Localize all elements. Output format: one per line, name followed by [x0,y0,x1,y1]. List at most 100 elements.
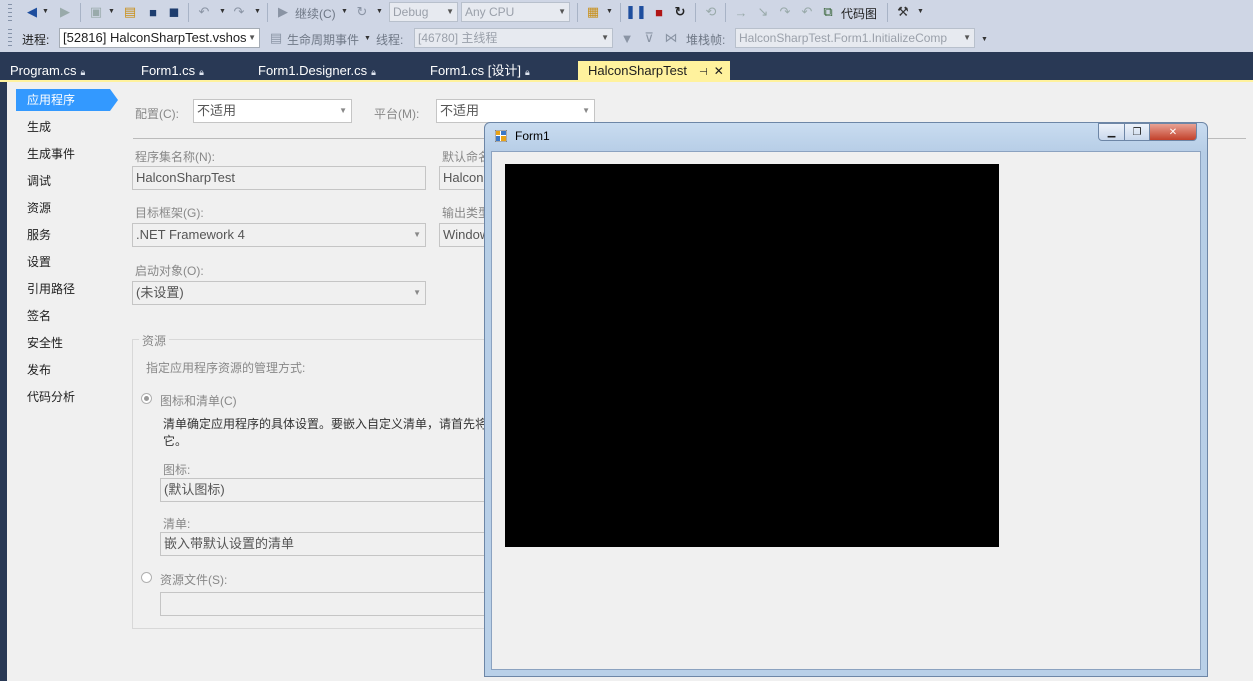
tab-halconsharptest[interactable]: HalconSharpTest ⊣ ✕ [578,61,730,80]
resource-file-label[interactable]: 资源文件(S): [160,571,227,588]
filter-icon[interactable]: ▼ [619,30,635,46]
step-out-icon[interactable]: ↶ [799,4,815,20]
continue-dropdown-icon[interactable]: ▼ [341,8,348,15]
step-over-next-icon[interactable]: → [733,4,749,20]
process-combo[interactable]: [52816] HalconSharpTest.vshos ▼ [59,28,260,48]
pin-icon[interactable]: ⊣ [699,67,708,78]
thread-combo[interactable]: [46780] 主线程 ▼ [414,28,613,48]
undo-dropdown-icon[interactable]: ▼ [219,8,226,15]
resource-file-radio[interactable] [141,572,152,583]
config-value: 不适用 [197,103,237,118]
separator [188,3,189,22]
manifest-combo[interactable]: 嵌入带默认设置的清单 [160,532,500,556]
show-next-statement-icon[interactable]: ⟲ [703,4,719,20]
back-icon[interactable]: ◀ [24,4,40,20]
config-combo[interactable]: 不适用 ▼ [193,99,352,123]
sidebar-item-reference-paths[interactable]: 引用路径 [16,278,108,300]
chevron-down-icon: ▼ [963,33,971,42]
save-icon[interactable]: ■ [145,4,161,20]
output-type-label: 输出类型 [442,206,491,220]
sidebar-item-build-events[interactable]: 生成事件 [16,143,108,165]
lifecycle-events-icon[interactable]: ▤ [268,30,284,46]
tab-label: HalconSharpTest [588,63,687,78]
target-framework-combo[interactable]: .NET Framework 4 ▼ [132,223,426,247]
undo-icon[interactable]: ↶ [196,4,212,20]
save-all-icon[interactable]: ◼ [166,4,182,20]
stop-icon[interactable]: ■ [651,4,667,20]
sidebar-item-services[interactable]: 服务 [16,224,108,246]
manifest-value: 嵌入带默认设置的清单 [164,536,295,551]
sidebar-item-publish[interactable]: 发布 [16,359,108,381]
filter-current-icon[interactable]: ⊽ [641,30,657,46]
forward-icon[interactable]: ▶ [57,4,73,20]
continue-label[interactable]: 继续(C) [295,5,336,22]
config-label: 配置(C): [135,107,179,121]
stack-frame-combo[interactable]: HalconSharpTest.Form1.InitializeComp ▼ [735,28,975,48]
tab-form1-cs[interactable]: Form1.cs 🔒︎ [131,61,204,80]
refresh-dropdown-icon[interactable]: ▼ [376,8,383,15]
sidebar-item-resources[interactable]: 资源 [16,197,108,219]
assembly-name-input[interactable]: HalconSharpTest [132,166,426,190]
tab-program-cs[interactable]: Program.cs 🔒︎ [0,61,85,80]
close-button[interactable]: ✕ [1149,123,1197,141]
sidebar-item-application[interactable]: 应用程序 [16,89,118,111]
flag-threads-icon[interactable]: ⋈ [663,30,679,46]
solution-config-combo[interactable]: Debug ▼ [389,2,458,22]
platform-label: 平台(M): [374,107,420,121]
step-over-icon[interactable]: ↷ [777,4,793,20]
redo-icon[interactable]: ↷ [231,4,247,20]
toolbar-options-icon[interactable]: ▼ [917,8,924,15]
sidebar-item-debug[interactable]: 调试 [16,170,108,192]
attach-process-icon[interactable]: ▦ [585,4,601,20]
resources-description: 指定应用程序资源的管理方式: [146,361,306,375]
attach-dropdown-icon[interactable]: ▼ [606,8,613,15]
form-icon [495,130,507,142]
continue-icon[interactable]: ▶ [275,4,291,20]
toolbar-grip[interactable] [8,29,12,47]
pause-icon[interactable]: ❚❚ [625,4,647,20]
chevron-down-icon: ▼ [339,106,347,115]
separator [620,3,621,22]
form1-window[interactable]: Form1 ▁ ❐ ✕ [484,122,1208,677]
solution-platform-combo[interactable]: Any CPU ▼ [461,2,570,22]
open-file-icon[interactable]: ▤ [122,4,138,20]
code-map-label[interactable]: 代码图 [841,5,877,22]
thread-markers-icon[interactable]: ⚒ [895,4,911,20]
resource-file-input[interactable] [160,592,500,616]
new-dropdown-icon[interactable]: ▼ [108,8,115,15]
restart-icon[interactable]: ↻ [672,4,688,20]
chevron-down-icon: ▼ [246,29,256,47]
close-icon[interactable]: ✕ [714,64,724,78]
redo-dropdown-icon[interactable]: ▼ [254,8,261,15]
code-map-icon[interactable]: ⧉ [820,4,836,20]
maximize-button[interactable]: ❐ [1124,123,1150,141]
startup-object-combo[interactable]: (未设置) ▼ [132,281,426,305]
refresh-icon[interactable]: ↻ [354,4,370,20]
sidebar-item-build[interactable]: 生成 [16,116,108,138]
platform-combo[interactable]: 不适用 ▼ [436,99,595,123]
sidebar-item-code-analysis[interactable]: 代码分析 [16,386,108,408]
sidebar-item-settings[interactable]: 设置 [16,251,108,273]
icon-label: 图标: [163,463,191,477]
toolbar-options-icon[interactable]: ▼ [981,36,988,43]
sidebar-item-signing[interactable]: 签名 [16,305,108,327]
halcon-window-control[interactable] [505,164,999,547]
step-into-icon[interactable]: ↘ [755,4,771,20]
tab-form1-designer-cs[interactable]: Form1.Designer.cs 🔒︎ [248,61,376,80]
sidebar-item-security[interactable]: 安全性 [16,332,108,354]
chevron-down-icon: ▼ [446,7,454,16]
toolbar-grip[interactable] [8,4,12,22]
lifecycle-events-label[interactable]: 生命周期事件 [287,31,359,48]
tab-form1-design[interactable]: Form1.cs [设计] 🔒︎ [420,61,530,80]
lifecycle-dropdown-icon[interactable]: ▼ [364,35,371,42]
thread-value: [46780] 主线程 [418,31,498,45]
new-project-icon[interactable]: ▣ [88,4,104,20]
icon-manifest-label[interactable]: 图标和清单(C) [160,392,237,409]
manifest-label: 清单: [163,517,191,531]
back-dropdown-icon[interactable]: ▼ [42,8,49,15]
target-framework-label: 目标框架(G): [135,206,204,220]
lock-icon: 🔒︎ [80,67,86,77]
minimize-button[interactable]: ▁ [1098,123,1125,141]
icon-combo[interactable]: (默认图标) [160,478,500,502]
icon-manifest-radio[interactable] [141,393,152,404]
